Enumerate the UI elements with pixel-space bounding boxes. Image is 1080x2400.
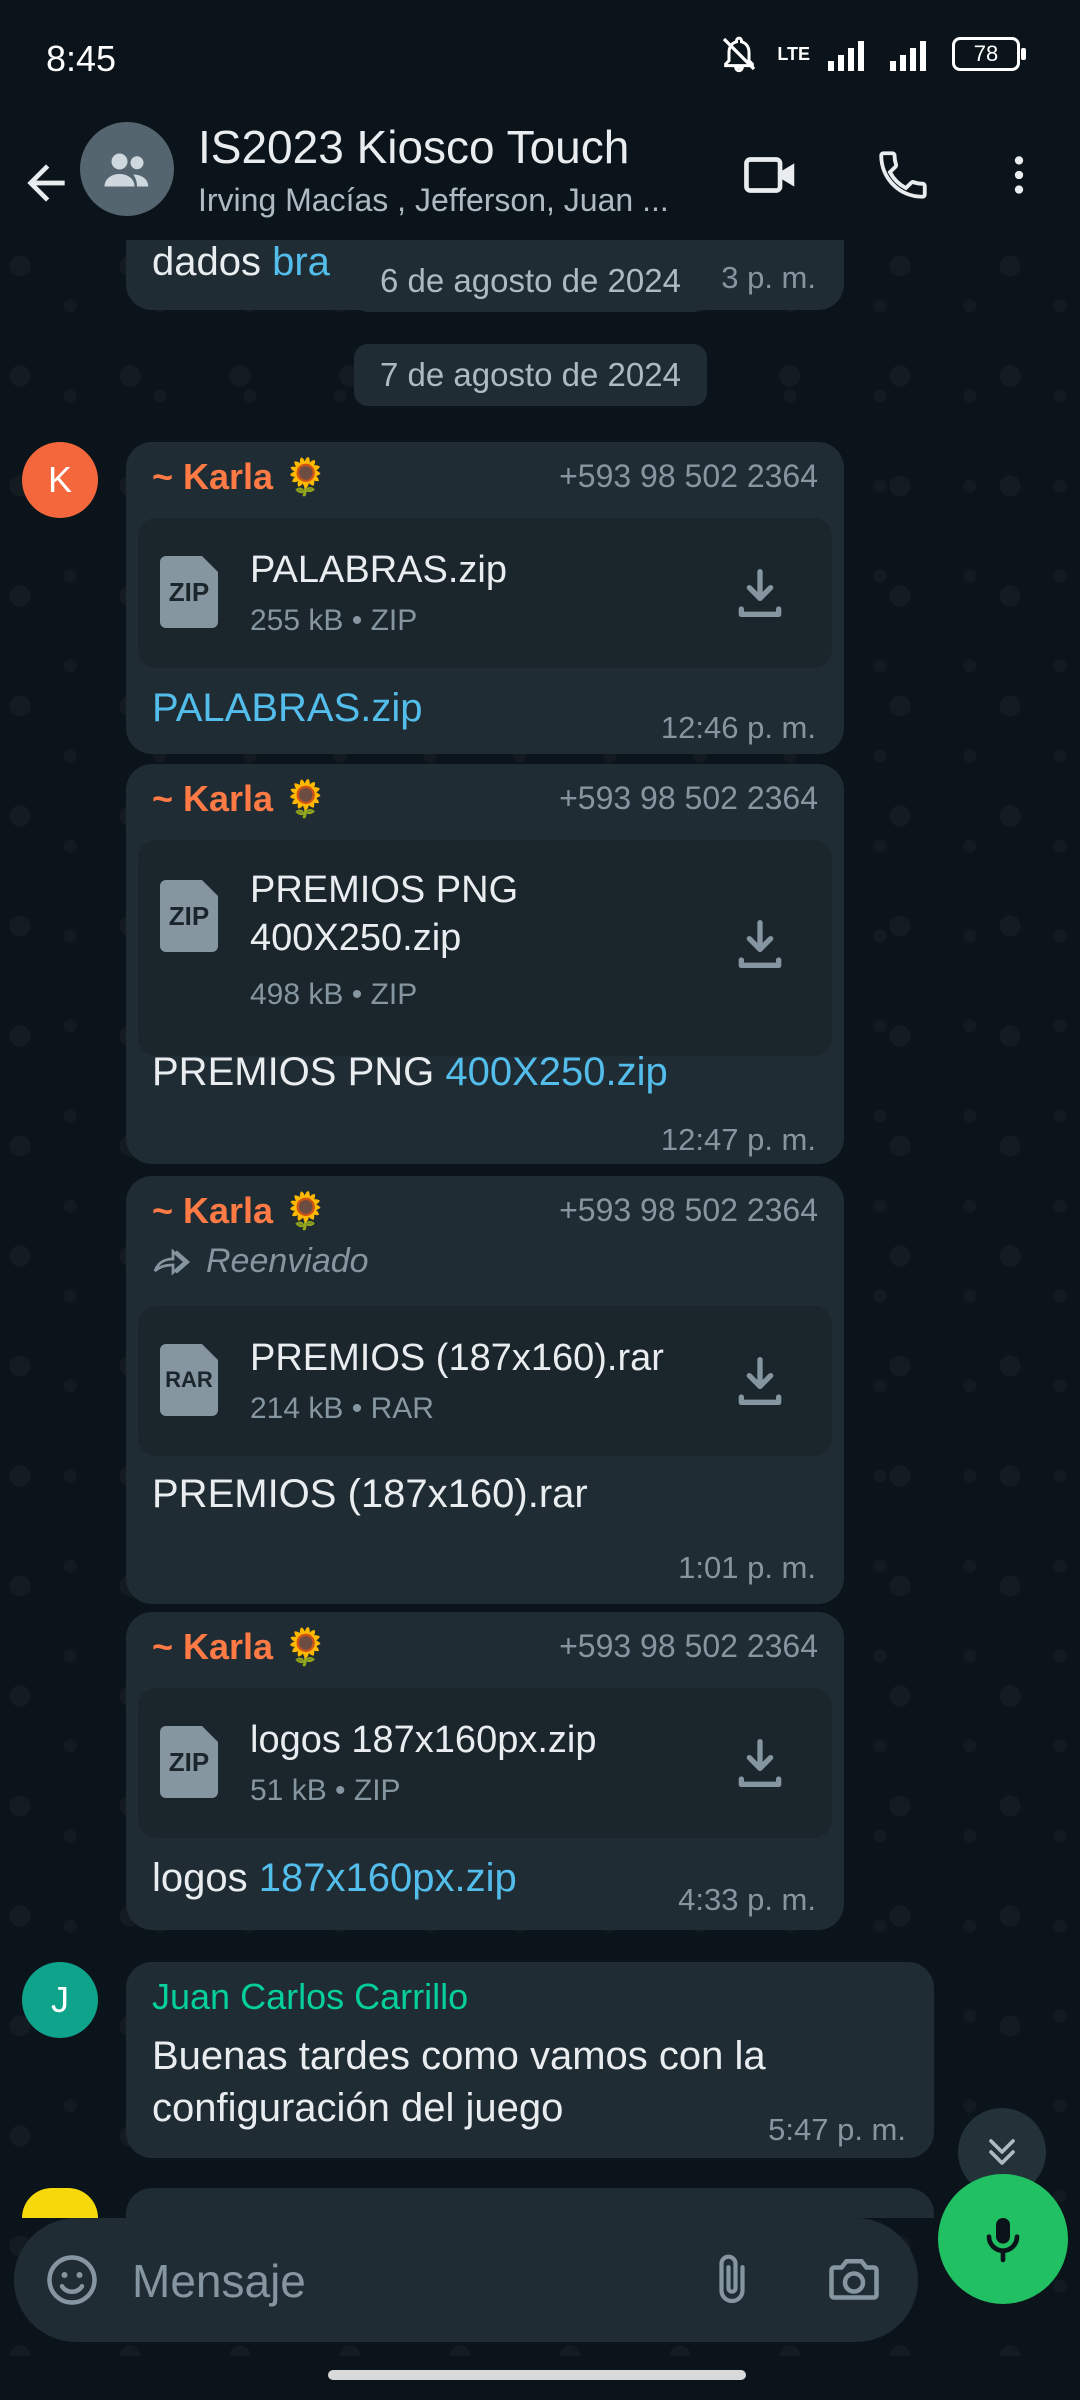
message-link[interactable]: bra: [272, 240, 330, 284]
sender-name[interactable]: ~ Karla 🌻: [152, 456, 328, 498]
network-label: LTE: [777, 43, 810, 64]
message-bubble[interactable]: ~ Karla 🌻 +593 98 502 2364 ZIP logos 187…: [126, 1612, 844, 1930]
file-attachment[interactable]: ZIP PREMIOS PNG 400X250.zip 498 kB • ZIP: [138, 840, 832, 1056]
attach-icon[interactable]: [704, 2248, 760, 2312]
message-link[interactable]: PALABRAS.zip: [152, 686, 423, 730]
rar-file-icon: RAR: [160, 1344, 218, 1416]
message-caption: PREMIOS (187x160).rar: [152, 1472, 588, 1516]
message-caption: logos 187x160px.zip: [152, 1856, 517, 1900]
download-icon[interactable]: [728, 1349, 792, 1413]
file-meta: 214 kB • RAR: [250, 1392, 434, 1425]
sender-name[interactable]: Juan Carlos Carrillo: [152, 1976, 468, 2018]
message-link[interactable]: 187x160px.zip: [259, 1856, 517, 1900]
status-time: 8:45: [46, 38, 117, 79]
back-button[interactable]: [18, 148, 74, 218]
file-name-line1: PREMIOS PNG: [250, 869, 519, 911]
message-text-line2: configuración del juego: [152, 2086, 564, 2130]
message-text: dados bra: [152, 240, 330, 284]
file-name-line2: 400X250.zip: [250, 917, 462, 959]
message-time: 1:01 p. m.: [678, 1550, 816, 1585]
microphone-icon: [986, 2218, 1020, 2263]
file-meta: 498 kB • ZIP: [250, 978, 418, 1011]
zip-file-icon: ZIP: [160, 556, 218, 628]
message-bubble[interactable]: ~ Karla 🌻 +593 98 502 2364 ZIP PALABRAS.…: [126, 442, 844, 754]
chat-title[interactable]: IS2023 Kiosco Touch: [198, 120, 629, 174]
video-call-button[interactable]: [736, 140, 806, 210]
more-vert-icon: [1014, 156, 1024, 194]
date-chip: 6 de agosto de 2024: [354, 250, 707, 312]
signal-icon-2: [890, 41, 926, 71]
forward-icon: [153, 1248, 191, 1275]
message-time: 5:47 p. m.: [768, 2112, 906, 2147]
zip-file-icon: ZIP: [160, 880, 218, 952]
download-icon[interactable]: [728, 912, 792, 976]
group-avatar[interactable]: [80, 122, 174, 216]
sender-phone: +593 98 502 2364: [559, 780, 818, 816]
phone-call-button[interactable]: [868, 140, 938, 210]
message-caption: PALABRAS.zip: [152, 686, 423, 731]
system-nav-bar: [0, 2356, 1080, 2400]
avatar[interactable]: K: [22, 442, 98, 518]
sender-name[interactable]: ~ Karla 🌻: [152, 778, 328, 820]
sender-phone: +593 98 502 2364: [559, 458, 818, 494]
zip-file-icon: ZIP: [160, 1726, 218, 1798]
status-bar: 8:45 LTE 78: [0, 0, 1080, 120]
message-bubble[interactable]: [126, 2188, 934, 2218]
message-time: 12:47 p. m.: [660, 1122, 816, 1157]
download-icon[interactable]: [728, 1731, 792, 1795]
avatar[interactable]: J: [22, 1962, 98, 2038]
message-bubble[interactable]: ~ Karla 🌻 +593 98 502 2364 ZIP PREMIOS P…: [126, 764, 844, 1164]
status-icons: LTE 78: [719, 34, 1026, 74]
sender-name[interactable]: ~ Karla 🌻: [152, 1626, 328, 1668]
mute-bell-icon: [723, 36, 756, 73]
battery-icon: 78: [952, 37, 1026, 71]
file-name: PREMIOS (187x160).rar: [250, 1337, 664, 1379]
file-name: PALABRAS.zip: [250, 549, 507, 591]
home-gesture-pill[interactable]: [328, 2370, 746, 2380]
file-meta: 255 kB • ZIP: [250, 604, 418, 637]
sender-phone: +593 98 502 2364: [559, 1628, 818, 1664]
message-caption: PREMIOS PNG 400X250.zip: [152, 1050, 668, 1094]
signal-icon: [828, 41, 864, 71]
download-icon[interactable]: [728, 561, 792, 625]
message-input[interactable]: Mensaje: [132, 2254, 306, 2308]
message-text-line1: Buenas tardes como vamos con la: [152, 2034, 766, 2078]
file-attachment[interactable]: ZIP PALABRAS.zip 255 kB • ZIP: [138, 518, 832, 668]
file-attachment[interactable]: ZIP logos 187x160px.zip 51 kB • ZIP: [138, 1688, 832, 1838]
message-bubble[interactable]: Juan Carlos Carrillo Buenas tardes como …: [126, 1962, 934, 2158]
emoji-icon[interactable]: [42, 2250, 102, 2310]
file-attachment[interactable]: RAR PREMIOS (187x160).rar 214 kB • RAR: [138, 1306, 832, 1456]
message-bubble[interactable]: ~ Karla 🌻 +593 98 502 2364 Reenviado RAR…: [126, 1176, 844, 1604]
sender-phone: +593 98 502 2364: [559, 1192, 818, 1228]
message-time: 12:46 p. m.: [660, 710, 816, 745]
back-arrow-icon: [27, 164, 65, 202]
video-call-icon: [744, 157, 795, 193]
message-link[interactable]: 400X250.zip: [445, 1050, 667, 1094]
sender-name[interactable]: ~ Karla 🌻: [152, 1190, 328, 1232]
camera-icon[interactable]: [824, 2250, 884, 2310]
message-time: 4:33 p. m.: [678, 1882, 816, 1917]
more-options-button[interactable]: [984, 140, 1054, 210]
forwarded-label: Reenviado: [152, 1242, 369, 1281]
date-chip: 7 de agosto de 2024: [354, 344, 707, 406]
double-chevron-down-icon: [989, 2139, 1015, 2165]
group-avatar-icon: [104, 153, 149, 187]
message-time: 3 p. m.: [721, 260, 816, 295]
chat-participants[interactable]: Irving Macías , Jefferson, Juan ...: [198, 182, 669, 219]
phone-call-icon: [879, 151, 927, 199]
file-name: logos 187x160px.zip: [250, 1719, 597, 1761]
message-input-bar: Mensaje: [14, 2218, 918, 2342]
file-meta: 51 kB • ZIP: [250, 1774, 401, 1807]
voice-message-button[interactable]: [938, 2174, 1068, 2304]
chat-header: IS2023 Kiosco Touch Irving Macías , Jeff…: [0, 120, 1080, 246]
